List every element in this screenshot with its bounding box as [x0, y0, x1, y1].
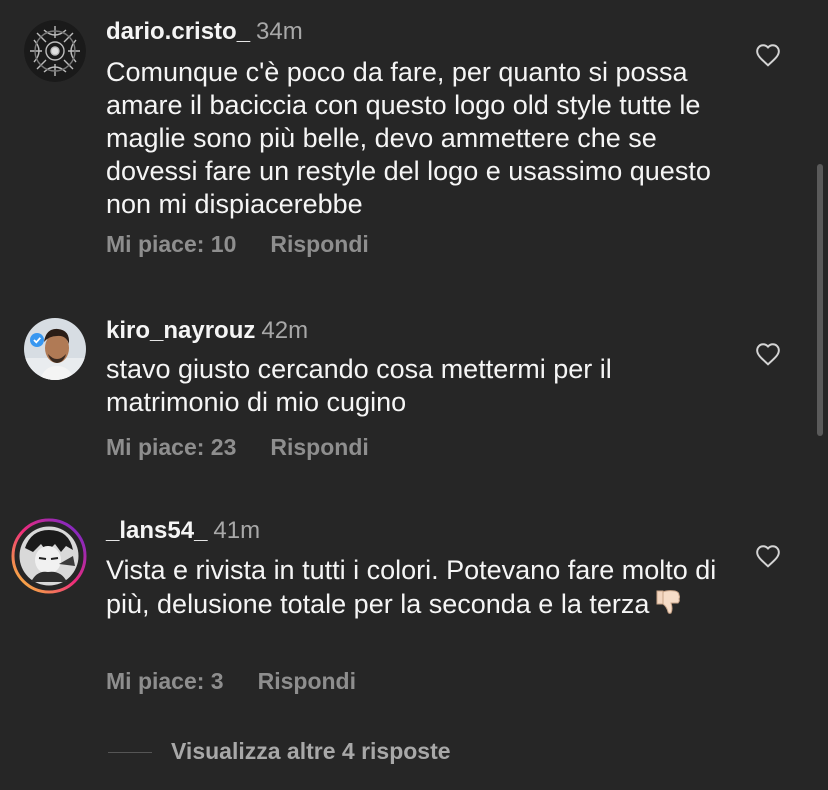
comment-item: _lans54_ 41m Vista e rivista in tutti i c…: [0, 490, 828, 720]
avatar[interactable]: [24, 318, 86, 380]
heart-icon[interactable]: [755, 342, 781, 366]
portrait-avatar-icon: [24, 318, 86, 380]
likes-count[interactable]: Mi piace: 3: [106, 668, 224, 694]
comment-item: dario.cristo_ 34m Comunque c'è poco da fa…: [0, 0, 828, 290]
comment-text-content: Vista e rivista in tutti i colori. Potev…: [106, 555, 717, 619]
reply-button[interactable]: Rispondi: [270, 434, 368, 460]
likes-count[interactable]: Mi piace: 23: [106, 434, 236, 460]
username[interactable]: _lans54_: [106, 517, 207, 544]
view-more-replies-button[interactable]: Visualizza altre 4 risposte: [171, 738, 451, 765]
avatar[interactable]: [24, 20, 86, 82]
scrollbar[interactable]: [817, 164, 823, 436]
timestamp: 42m: [261, 317, 309, 344]
comment-text: Comunque c'è poco da fare, per quanto si…: [106, 57, 711, 219]
heart-icon[interactable]: [755, 43, 781, 67]
likes-count[interactable]: Mi piace: 10: [106, 231, 236, 257]
username[interactable]: dario.cristo_: [106, 18, 250, 45]
heart-icon[interactable]: [755, 544, 781, 568]
reply-button[interactable]: Rispondi: [258, 668, 356, 694]
comment-item: kiro_nayrouz 42m stavo giusto cercando co…: [0, 290, 828, 490]
username[interactable]: kiro_nayrouz: [106, 317, 255, 344]
timestamp: 34m: [256, 18, 303, 45]
dark-ornament-avatar-icon: [24, 20, 86, 82]
comment-header: kiro_nayrouz 42m: [106, 317, 308, 345]
thumbs-down-emoji: [653, 587, 683, 625]
reply-button[interactable]: Rispondi: [270, 231, 368, 257]
comment-actions: Mi piace: 10 Rispondi: [106, 231, 369, 258]
comment-actions: Mi piace: 3 Rispondi: [106, 668, 356, 695]
comment-text: Vista e rivista in tutti i colori. Potev…: [106, 554, 746, 625]
anime-avatar-with-story-ring-icon: [11, 518, 87, 594]
comment-header: dario.cristo_ 34m: [106, 18, 303, 46]
thumbs-down-icon: [656, 590, 681, 614]
view-more-divider: [108, 752, 152, 753]
comment-text: stavo giusto cercando cosa mettermi per …: [106, 354, 612, 417]
avatar-story-ring[interactable]: [11, 518, 87, 594]
timestamp: 41m: [213, 517, 261, 544]
comment-actions: Mi piace: 23 Rispondi: [106, 434, 369, 461]
comment-header: _lans54_ 41m: [106, 517, 260, 545]
